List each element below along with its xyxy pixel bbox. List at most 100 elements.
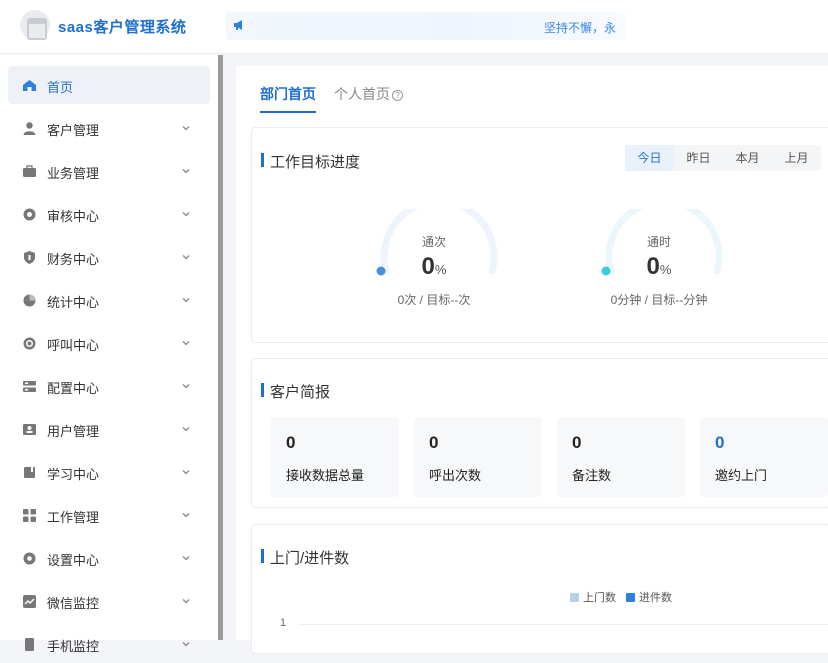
sidebar-item-wechat-monitor[interactable]: 微信监控 [8,582,210,620]
chevron-down-icon [182,255,190,260]
visits-chart-card: 上门/进件数 上门数 进件数 1 [251,524,828,654]
chevron-down-icon [182,126,190,131]
gauge-label: 通次 [421,235,446,249]
sidebar-item-label: 设置中心 [47,553,100,568]
period-last-month-button[interactable]: 上月 [772,145,821,171]
book-icon [24,467,35,478]
stat-value: 0 [715,433,725,452]
gauge-number: 0 [421,253,435,280]
sidebar-item-label: 工作管理 [47,510,100,525]
card-title: 客户简报 [260,381,330,402]
period-this-month-button[interactable]: 本月 [723,145,772,171]
chart-icon [23,595,36,608]
active-tab-indicator [260,111,316,113]
gauge-unit: % [659,262,672,277]
sidebar-item-label: 配置中心 [47,381,100,396]
sidebar-item-config[interactable]: 配置中心 [8,367,210,405]
sidebar-item-customers[interactable]: 客户管理 [8,109,210,147]
briefcase-icon [23,165,36,177]
gauge-label: 通时 [646,235,671,249]
sidebar-item-label: 呼叫中心 [47,338,100,353]
grid-line [298,624,828,625]
sidebar-item-users[interactable]: 用户管理 [8,410,210,448]
gauge-calls: 通次 0% 0次 / 目标--次 [369,209,499,319]
pie-icon [23,294,36,307]
sidebar-item-label: 客户管理 [47,123,100,138]
sidebar-item-label: 业务管理 [47,166,100,181]
sidebar-item-label: 审核中心 [47,209,100,224]
legend-swatch [570,593,579,602]
stat-notes[interactable]: 0 备注数 [557,417,685,497]
stat-outbound-calls[interactable]: 0 呼出次数 [414,417,542,497]
tab-label: 个人首页 [334,86,390,102]
card-title: 工作目标进度 [260,151,360,172]
gauge-subtext: 0次 / 目标--次 [397,293,471,307]
sidebar-item-learning[interactable]: 学习中心 [8,453,210,491]
gauge-unit: % [434,262,447,277]
help-icon[interactable]: ? [392,90,403,101]
sidebar-item-label: 学习中心 [47,467,100,482]
sidebar-item-mobile-monitor[interactable]: 手机监控 [8,625,210,663]
stat-label: 备注数 [572,468,612,483]
gauge-value: 0% [594,253,724,281]
sidebar-scrollbar[interactable] [218,55,223,640]
chevron-down-icon [182,212,190,217]
sidebar-item-statistics[interactable]: 统计中心 [8,281,210,319]
customer-brief-card: 客户简报 0 接收数据总量 0 呼出次数 0 备注数 0 邀约上门 [251,358,828,508]
house-icon[interactable] [20,10,50,40]
phone-icon [23,337,36,350]
tab-personal-home[interactable]: 个人首页? [334,84,403,104]
sidebar-item-label: 微信监控 [47,596,100,611]
app-title[interactable]: saas客户管理系统 [58,16,186,37]
chevron-down-icon [182,341,190,346]
sidebar-item-call-center[interactable]: 呼叫中心 [8,324,210,362]
chevron-down-icon [182,599,190,604]
sidebar-item-audit[interactable]: 审核中心 [8,195,210,233]
gear-icon [23,552,36,565]
legend-item-visits[interactable]: 上门数 [570,589,616,605]
grid-icon [23,509,36,522]
notice-text: 坚持不懈，永 [544,21,617,35]
chevron-down-icon [182,427,190,432]
tab-department-home[interactable]: 部门首页 [260,84,316,104]
gauge-number: 0 [646,253,660,280]
legend-label: 上门数 [583,592,616,604]
audit-icon [23,208,36,221]
stat-value: 0 [286,433,296,452]
gauge-value: 0% [369,253,499,281]
sidebar-item-label: 统计中心 [47,295,100,310]
chevron-down-icon [182,298,190,303]
sidebar: 首页 客户管理 业务管理 审核中心 财务中心 统计中心 呼叫中心 配置中心 用户… [0,55,218,654]
stat-invited-visits[interactable]: 0 邀约上门 [700,417,828,497]
user-icon [23,122,36,135]
sidebar-item-work[interactable]: 工作管理 [8,496,210,534]
legend-item-applications[interactable]: 进件数 [626,589,672,605]
config-icon [23,381,36,392]
chevron-down-icon [182,470,190,475]
period-today-button[interactable]: 今日 [625,145,674,171]
sidebar-item-label: 首页 [47,80,74,95]
gauge-call-time: 通时 0% 0分钟 / 目标--分钟 [594,209,724,319]
sidebar-item-finance[interactable]: 财务中心 [8,238,210,276]
period-yesterday-button[interactable]: 昨日 [674,145,723,171]
stat-value: 0 [429,433,439,452]
chevron-down-icon [182,556,190,561]
shield-icon [24,251,35,264]
stat-label: 接收数据总量 [286,468,365,483]
period-selector: 今日 昨日 本月 上月 [625,145,821,171]
work-progress-card: 工作目标进度 今日 昨日 本月 上月 通次 0% 0次 / 目标--次 通时 0… [251,127,828,343]
chart-legend: 上门数 进件数 [570,589,672,605]
card-title: 上门/进件数 [260,547,349,568]
legend-swatch [626,593,635,602]
main-content: 部门首页 个人首页? 工作目标进度 今日 昨日 本月 上月 通次 0% 0次 /… [236,66,828,654]
sidebar-item-settings[interactable]: 设置中心 [8,539,210,577]
stat-value: 0 [572,433,582,452]
mobile-icon [25,638,34,651]
stat-received-total[interactable]: 0 接收数据总量 [271,417,399,497]
chevron-down-icon [182,384,190,389]
id-card-icon [23,424,36,435]
sidebar-item-business[interactable]: 业务管理 [8,152,210,190]
stat-label: 邀约上门 [715,468,768,483]
gauge-subtext: 0分钟 / 目标--分钟 [610,293,708,307]
sidebar-item-home[interactable]: 首页 [8,66,210,104]
